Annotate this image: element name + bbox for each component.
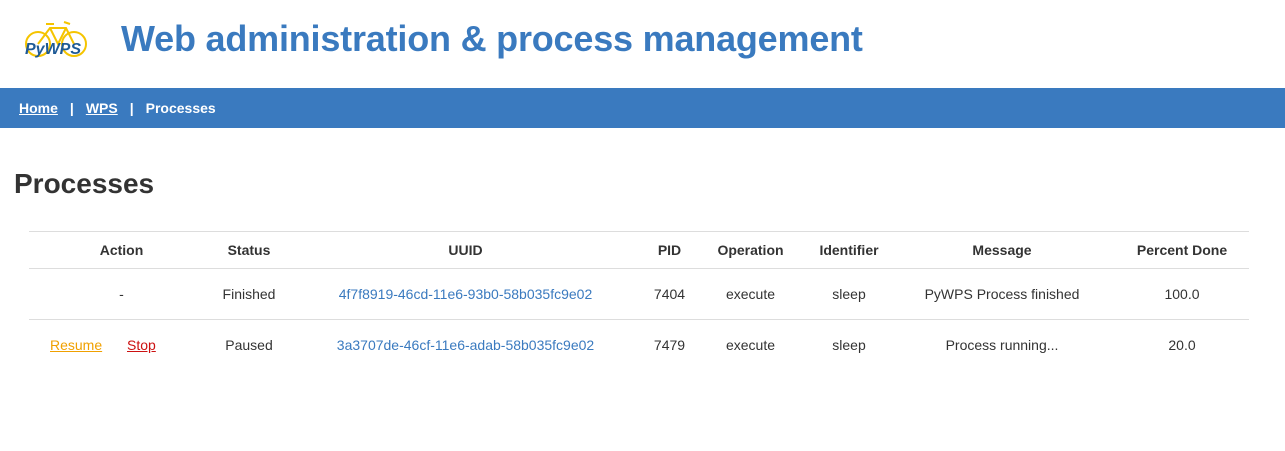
pid-cell: 7479 bbox=[653, 337, 686, 353]
column-header-operation: Operation bbox=[692, 231, 809, 269]
operation-cell: execute bbox=[692, 268, 809, 320]
column-header-pid: PID bbox=[647, 231, 692, 269]
message-cell: Process running... bbox=[945, 337, 1059, 353]
pid-cell: 7404 bbox=[647, 268, 692, 320]
site-title: Web administration & process management bbox=[121, 18, 863, 59]
identifier-cell: sleep bbox=[832, 337, 866, 353]
column-header-action: Action bbox=[29, 231, 214, 269]
percent-done-cell: 100.0 bbox=[1115, 268, 1249, 320]
percent-done-cell: 20.0 bbox=[1168, 337, 1196, 353]
breadcrumb-wps-link[interactable]: WPS bbox=[86, 100, 118, 116]
table-header-row: Action Status UUID PID Operation Identif… bbox=[29, 231, 1249, 269]
processes-table: Action Status UUID PID Operation Identif… bbox=[29, 231, 1249, 370]
column-header-status: Status bbox=[214, 231, 284, 269]
uuid-link[interactable]: 3a3707de-46cf-11e6-adab-58b035fc9e02 bbox=[337, 337, 594, 353]
breadcrumb: Home | WPS | Processes bbox=[19, 88, 216, 128]
action-cell: - bbox=[29, 268, 214, 320]
column-header-percent-done: Percent Done bbox=[1115, 231, 1249, 269]
logo-text: PyWPS bbox=[25, 41, 81, 58]
resume-button[interactable]: Resume bbox=[50, 337, 102, 353]
column-header-message: Message bbox=[889, 231, 1115, 269]
column-header-uuid: UUID bbox=[284, 231, 647, 269]
breadcrumb-home-link[interactable]: Home bbox=[19, 100, 58, 116]
operation-cell: execute bbox=[725, 337, 776, 353]
table-row: - Finished 4f7f8919-46cd-11e6-93b0-58b03… bbox=[29, 268, 1249, 320]
breadcrumb-separator: | bbox=[69, 100, 74, 116]
breadcrumb-separator: | bbox=[129, 100, 134, 116]
status-cell: Finished bbox=[214, 268, 284, 320]
stop-button[interactable]: Stop bbox=[127, 337, 156, 353]
breadcrumb-current: Processes bbox=[145, 100, 216, 116]
identifier-cell: sleep bbox=[809, 268, 889, 320]
header: PyWPS Web administration & process manag… bbox=[0, 0, 1285, 88]
uuid-cell: 3a3707de-46cf-11e6-adab-58b035fc9e02 bbox=[284, 320, 647, 371]
column-header-identifier: Identifier bbox=[809, 231, 889, 269]
uuid-link[interactable]: 4f7f8919-46cd-11e6-93b0-58b035fc9e02 bbox=[339, 286, 593, 302]
action-cell: Resume Stop bbox=[29, 320, 214, 371]
message-cell: PyWPS Process finished bbox=[889, 268, 1115, 320]
navbar: Home | WPS | Processes bbox=[0, 88, 1285, 128]
table-row: Resume Stop Paused 3a3707de-46cf-11e6-ad… bbox=[29, 320, 1249, 371]
page-title: Processes bbox=[14, 168, 155, 199]
status-cell: Paused bbox=[225, 337, 273, 353]
pywps-logo[interactable]: PyWPS bbox=[22, 18, 92, 64]
uuid-cell: 4f7f8919-46cd-11e6-93b0-58b035fc9e02 bbox=[284, 268, 647, 320]
